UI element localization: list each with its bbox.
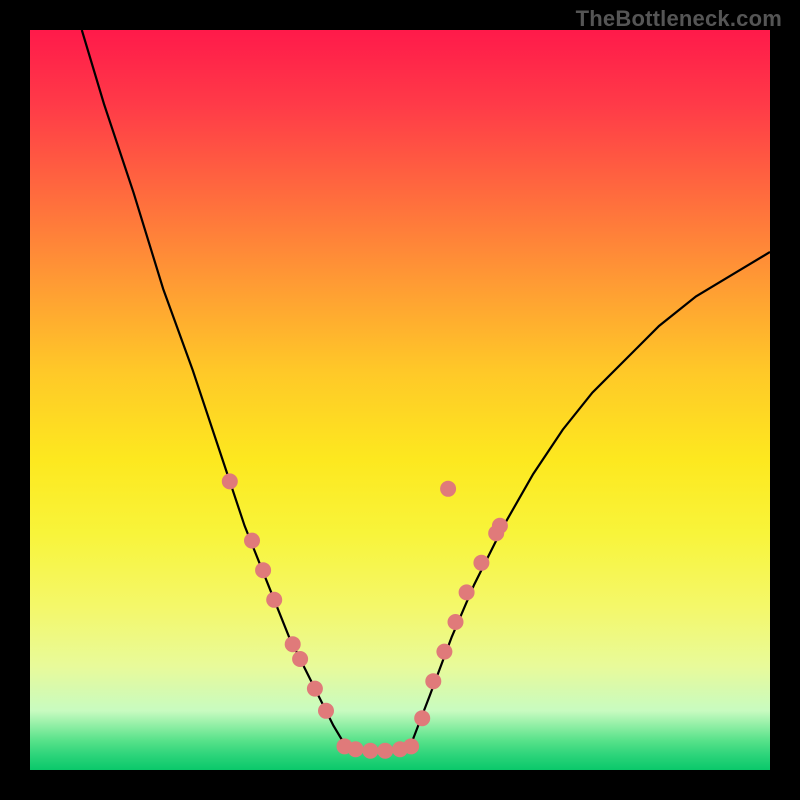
dot-left-3 — [255, 562, 271, 578]
dot-left-8 — [318, 703, 334, 719]
dot-left-5 — [285, 636, 301, 652]
dot-right-6 — [473, 555, 489, 571]
chart-svg — [30, 30, 770, 770]
curve-group — [82, 30, 770, 751]
dot-valley-6 — [403, 738, 419, 754]
dot-right-2 — [425, 673, 441, 689]
dot-right-3 — [436, 644, 452, 660]
dot-valley-4 — [377, 743, 393, 759]
dot-valley-2 — [348, 741, 364, 757]
marker-group — [222, 473, 508, 758]
dot-left-1 — [222, 473, 238, 489]
watermark-text: TheBottleneck.com — [576, 6, 782, 32]
dot-right-9 — [440, 481, 456, 497]
dot-valley-3 — [362, 743, 378, 759]
dot-left-2 — [244, 533, 260, 549]
dot-right-5 — [459, 584, 475, 600]
bottleneck-curve — [82, 30, 770, 751]
dot-right-8 — [492, 518, 508, 534]
dot-right-4 — [448, 614, 464, 630]
dot-right-1 — [414, 710, 430, 726]
dot-left-7 — [307, 681, 323, 697]
chart-frame: TheBottleneck.com — [0, 0, 800, 800]
plot-area — [30, 30, 770, 770]
dot-left-6 — [292, 651, 308, 667]
dot-left-4 — [266, 592, 282, 608]
